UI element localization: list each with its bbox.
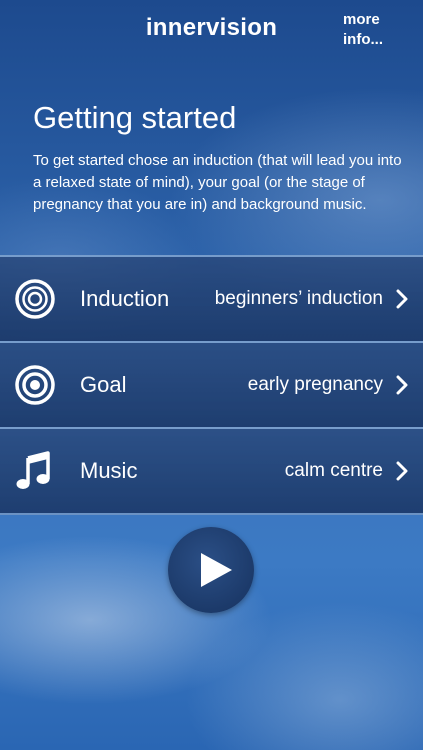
page-title: Getting started [33,100,237,135]
goal-value: early pregnancy [247,374,383,395]
chevron-right-icon [396,289,408,309]
intro-section: Getting started To get started chose an … [33,100,403,216]
music-row[interactable]: Music calm centre [0,427,423,515]
play-icon [201,553,232,587]
goal-label: Goal [80,372,127,397]
music-note-icon [16,451,50,489]
intro-description: To get started chose an induction (that … [33,152,402,213]
induction-row[interactable]: Induction beginners’ induction [0,255,423,341]
chevron-right-icon [396,375,408,395]
header: innervision more info... [0,0,423,60]
play-button[interactable] [168,527,254,613]
induction-value: beginners’ induction [214,288,383,309]
more-info-button[interactable]: more info... [343,10,395,50]
induction-label: Induction [80,286,170,311]
options-list: Induction beginners’ induction Goal earl… [0,255,423,515]
concentric-rings-icon [15,279,55,319]
chevron-right-icon [396,461,408,481]
music-label: Music [80,458,138,483]
music-value: calm centre [284,460,383,481]
target-icon [15,365,55,405]
goal-row[interactable]: Goal early pregnancy [0,341,423,427]
